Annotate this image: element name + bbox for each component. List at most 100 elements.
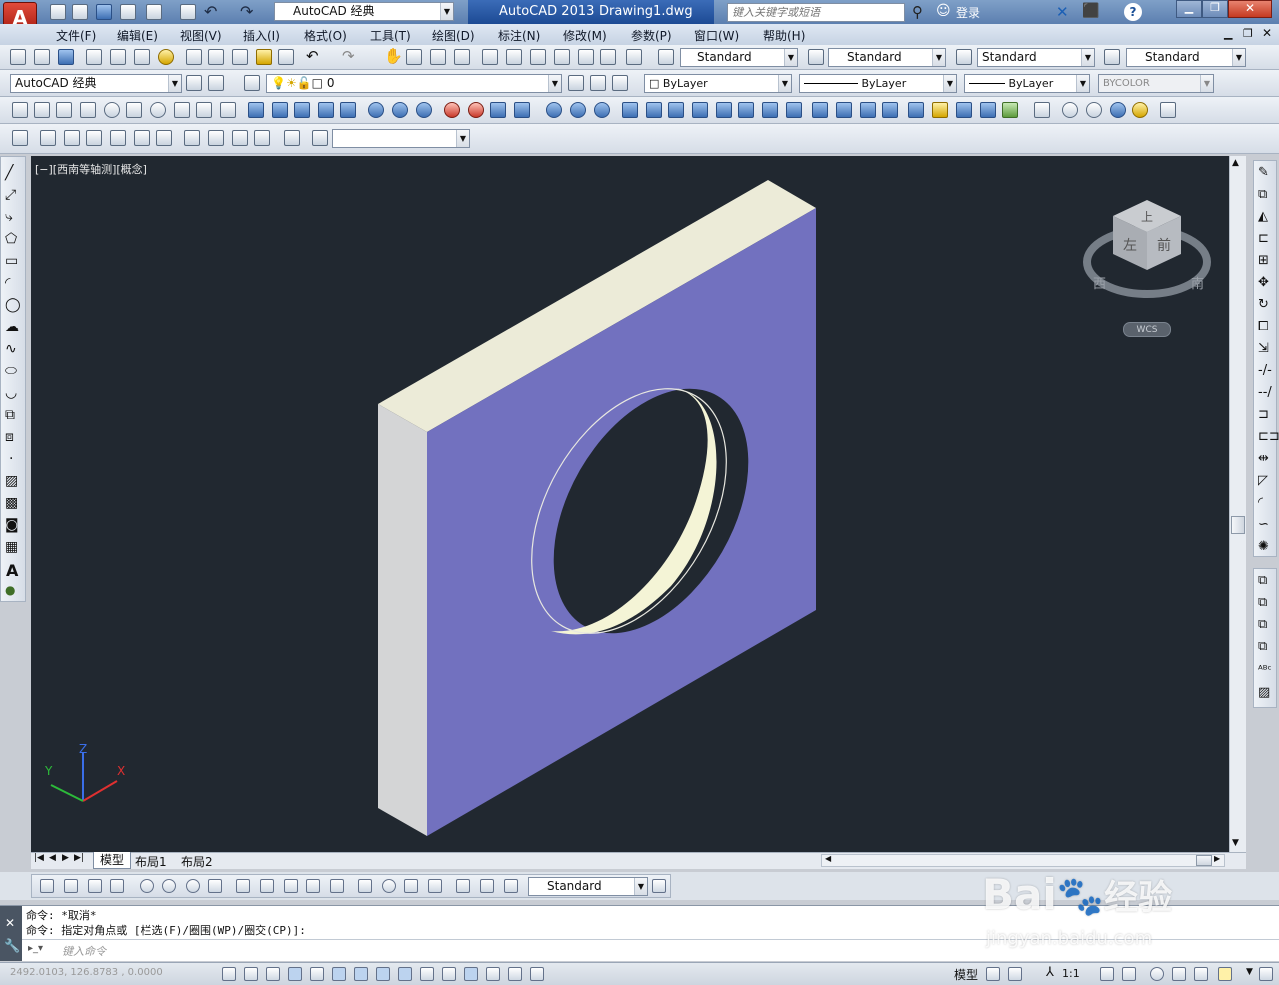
thicken-icon[interactable] [1002, 102, 1018, 118]
drawing-viewport[interactable]: [−][西南等轴测][概念] 上 左 前 西 南 WCS Z X Y [31, 156, 1229, 852]
color-edge-icon[interactable] [836, 102, 852, 118]
dim-angular-icon[interactable] [208, 879, 222, 893]
menu-format[interactable]: 格式(O) [304, 27, 347, 44]
cut-icon[interactable] [186, 49, 202, 65]
binoculars-icon[interactable]: ⚲ [912, 3, 923, 21]
3drotate-icon[interactable] [468, 102, 484, 118]
dim-continue-icon[interactable] [284, 879, 298, 893]
union-icon[interactable] [368, 102, 384, 118]
solid-subtract-icon[interactable] [570, 102, 586, 118]
fillet-icon[interactable]: ◜ [1258, 495, 1263, 510]
quickcalc-icon[interactable] [600, 49, 616, 65]
view-manager-icon[interactable] [312, 130, 328, 146]
hatch-back-icon[interactable]: ▨ [1258, 685, 1270, 700]
pan-icon[interactable]: ✋ [384, 47, 403, 65]
quick-dim-icon[interactable] [236, 879, 250, 893]
login-link[interactable]: 登录 [956, 4, 980, 21]
text-front-icon[interactable]: ᴬᴮᶜ [1258, 663, 1272, 676]
taper-face-icon[interactable] [738, 102, 754, 118]
sw-iso-icon[interactable] [184, 130, 200, 146]
erase-icon[interactable]: ✎ [1258, 165, 1269, 180]
table-style-icon[interactable] [956, 49, 972, 65]
center-mark-icon[interactable] [382, 879, 396, 893]
menu-parameters[interactable]: 参数(P) [631, 27, 672, 44]
copy-icon[interactable] [208, 49, 224, 65]
workspace-combo-2[interactable]: AutoCAD 经典 ▼ [10, 74, 182, 93]
bottom-view-icon[interactable] [64, 130, 80, 146]
command-input[interactable]: 键入命令 [62, 943, 106, 959]
save-as-icon[interactable] [120, 4, 136, 20]
polar-icon[interactable] [310, 967, 324, 981]
xline-icon[interactable]: ⤢ [5, 187, 16, 203]
next-tab-icon[interactable]: ▶ [62, 853, 69, 863]
add-selected-icon[interactable]: ● [5, 583, 15, 597]
coordinates-readout[interactable]: 2492.0103, 126.8783 , 0.0000 [10, 967, 163, 978]
prev-tab-icon[interactable]: ◀ [49, 853, 56, 863]
box-icon[interactable] [34, 102, 50, 118]
tab-model[interactable]: 模型 [93, 852, 131, 869]
solid-intersect-icon[interactable] [594, 102, 610, 118]
region-icon[interactable]: ◙ [5, 517, 19, 533]
command-close-icon[interactable]: ✕ [5, 916, 15, 930]
inspection-icon[interactable] [404, 879, 418, 893]
annotation-scale[interactable]: 1:1 [1062, 967, 1080, 980]
dim-radius-icon[interactable] [140, 879, 154, 893]
dim-edit-icon[interactable] [456, 879, 470, 893]
layer-make-current-icon[interactable] [568, 75, 584, 91]
se-iso-icon[interactable] [208, 130, 224, 146]
dim-style-icon[interactable] [808, 49, 824, 65]
annotation-monitor-icon[interactable] [530, 967, 544, 981]
design-center-icon[interactable] [506, 49, 522, 65]
text-style-combo[interactable]: Standard ▼ [680, 48, 798, 67]
dim-style-combo-2[interactable]: Standard ▼ [528, 877, 648, 896]
extend-icon[interactable]: --/ [1258, 385, 1272, 400]
move-icon[interactable]: ✥ [1258, 275, 1269, 290]
insert-block-icon[interactable]: ⧉ [5, 407, 15, 423]
zoom-realtime-icon[interactable] [406, 49, 422, 65]
help-icon[interactable]: ? [1124, 3, 1142, 21]
dim-ordinate-icon[interactable] [110, 879, 124, 893]
scroll-up-icon[interactable]: ▲ [1232, 158, 1239, 168]
model-space-button[interactable]: 模型 [954, 966, 978, 983]
spline-icon[interactable]: ∿ [5, 341, 17, 357]
zoom-previous-icon[interactable] [454, 49, 470, 65]
vertical-scrollbar[interactable]: ▲ ▼ [1229, 156, 1246, 852]
scroll-down-icon[interactable]: ▼ [1232, 838, 1239, 848]
color-face-icon[interactable] [786, 102, 802, 118]
plot-icon[interactable] [146, 4, 162, 20]
make-block-icon[interactable]: ⧈ [5, 429, 14, 445]
move-face-icon[interactable] [646, 102, 662, 118]
user-icon[interactable]: ☺ [936, 3, 951, 19]
dim-arc-icon[interactable] [88, 879, 102, 893]
save-icon[interactable] [58, 49, 74, 65]
dyn-icon[interactable] [420, 967, 434, 981]
3darray-icon[interactable] [514, 102, 530, 118]
tolerance-icon[interactable] [358, 879, 372, 893]
paste-icon[interactable] [232, 49, 248, 65]
mtext-icon[interactable]: A [6, 561, 18, 580]
dim-baseline-icon[interactable] [260, 879, 274, 893]
lock-icon[interactable]: ⬛ [1082, 3, 1099, 19]
grid-icon[interactable] [266, 967, 280, 981]
section-plane-icon[interactable] [1034, 102, 1050, 118]
cylinder-icon[interactable] [126, 102, 142, 118]
workspace-combo[interactable]: AutoCAD 经典 ▼ [274, 2, 454, 21]
camera-icon[interactable] [284, 130, 300, 146]
front-view-icon[interactable] [134, 130, 150, 146]
presspull-icon[interactable] [272, 102, 288, 118]
3dmove-icon[interactable] [444, 102, 460, 118]
line-icon[interactable]: ╱ [5, 165, 13, 181]
last-tab-icon[interactable]: ▶| [74, 853, 84, 863]
auto-scale-icon[interactable] [1122, 967, 1136, 981]
menu-dimension[interactable]: 标注(N) [498, 27, 540, 44]
clean-icon[interactable] [882, 102, 898, 118]
visual-style-conceptual-icon[interactable] [1132, 102, 1148, 118]
doc-restore-button[interactable]: ❐ [1243, 27, 1253, 40]
menu-modify[interactable]: 修改(M) [563, 27, 607, 44]
publish-icon[interactable] [134, 49, 150, 65]
menu-help[interactable]: 帮助(H) [763, 27, 805, 44]
snap-icon[interactable] [244, 967, 258, 981]
named-views-icon[interactable] [12, 130, 28, 146]
mirror-icon[interactable]: ◭ [1258, 209, 1268, 224]
block-editor-icon[interactable] [278, 49, 294, 65]
